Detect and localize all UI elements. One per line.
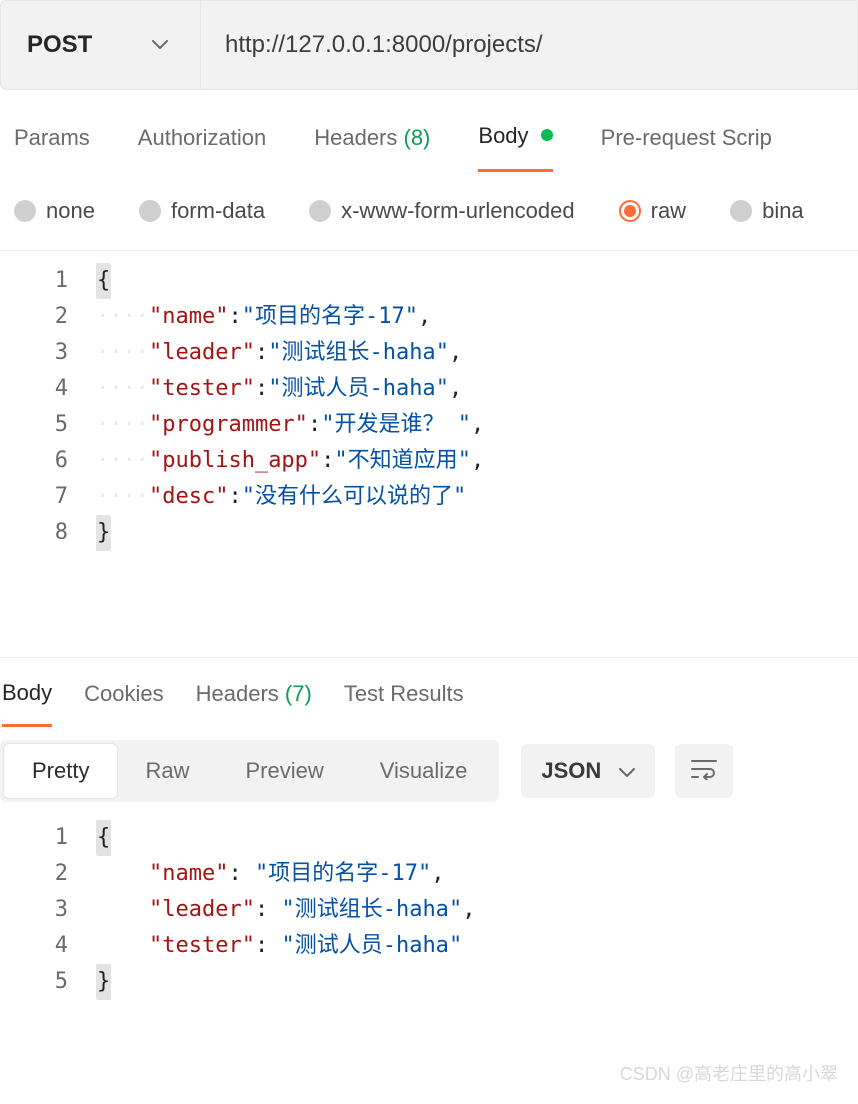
response-toolbar: Pretty Raw Preview Visualize JSON (0, 726, 858, 808)
radio-label: none (46, 198, 95, 224)
resp-tab-body[interactable]: Body (2, 680, 52, 727)
line-number: 2 (0, 856, 68, 892)
radio-label: x-www-form-urlencoded (341, 198, 575, 224)
view-mode-visualize[interactable]: Visualize (352, 744, 496, 798)
radio-icon (309, 200, 331, 222)
request-body-editor[interactable]: 1 2 3 4 5 6 7 8 { ····"name":"项目的名字-17",… (0, 257, 858, 557)
resp-headers-count: (7) (285, 681, 312, 706)
resp-tab-headers[interactable]: Headers (7) (196, 681, 312, 725)
request-bar: POST (0, 0, 858, 90)
line-number: 3 (0, 335, 68, 371)
radio-binary[interactable]: bina (730, 198, 804, 224)
http-method-select[interactable]: POST (1, 1, 201, 89)
tab-body-label: Body (478, 123, 528, 148)
request-tabs: Params Authorization Headers (8) Body Pr… (0, 122, 858, 174)
request-gutter: 1 2 3 4 5 6 7 8 (0, 257, 96, 557)
line-number: 3 (0, 892, 68, 928)
watermark: CSDN @高老庄里的高小翠 (620, 1060, 838, 1086)
response-tabs: Body Cookies Headers (7) Test Results (0, 658, 858, 726)
json-val: 项目的名字-17 (255, 304, 405, 329)
body-type-radios: none form-data x-www-form-urlencoded raw… (0, 174, 858, 251)
line-number: 4 (0, 371, 68, 407)
wrap-lines-button[interactable] (675, 744, 733, 798)
chevron-down-icon (619, 758, 635, 784)
resp-tab-cookies[interactable]: Cookies (84, 681, 163, 725)
view-mode-raw[interactable]: Raw (117, 744, 217, 798)
tab-params[interactable]: Params (14, 125, 90, 171)
http-method-label: POST (27, 31, 92, 59)
json-val: 测试人员-haha (295, 933, 449, 958)
line-number: 5 (0, 407, 68, 443)
radio-raw[interactable]: raw (619, 198, 686, 224)
resp-tab-testresults[interactable]: Test Results (344, 681, 464, 725)
radio-form-data[interactable]: form-data (139, 198, 265, 224)
request-code-area[interactable]: { ····"name":"项目的名字-17", ····"leader":"测… (96, 257, 858, 557)
response-section: Body Cookies Headers (7) Test Results Pr… (0, 657, 858, 1006)
line-number: 8 (0, 515, 68, 551)
line-number: 6 (0, 443, 68, 479)
body-modified-dot-icon (541, 129, 553, 141)
chevron-down-icon (152, 40, 168, 50)
json-val: 测试组长-haha (281, 340, 435, 365)
json-val: 开发是谁？ (334, 412, 457, 437)
response-body-editor[interactable]: 1 2 3 4 5 { "name": "项目的名字-17", "leader"… (0, 814, 858, 1006)
tab-headers-label: Headers (314, 125, 397, 150)
tab-authorization[interactable]: Authorization (138, 125, 266, 171)
line-number: 7 (0, 479, 68, 515)
radio-x-www[interactable]: x-www-form-urlencoded (309, 198, 575, 224)
json-val: 不知道应用 (348, 448, 458, 473)
radio-label: bina (762, 198, 804, 224)
radio-icon (619, 200, 641, 222)
headers-count: (8) (404, 125, 431, 150)
wrap-icon (690, 758, 718, 785)
json-val: 项目的名字-17 (268, 861, 418, 886)
radio-icon (730, 200, 752, 222)
line-number: 1 (0, 820, 68, 856)
radio-none[interactable]: none (14, 198, 95, 224)
format-select[interactable]: JSON (521, 744, 655, 798)
view-modes: Pretty Raw Preview Visualize (0, 740, 499, 802)
tab-headers[interactable]: Headers (8) (314, 125, 430, 171)
json-val: 测试组长-haha (295, 897, 449, 922)
tab-prerequest[interactable]: Pre-request Scrip (601, 125, 772, 171)
json-val: 测试人员-haha (281, 376, 435, 401)
response-gutter: 1 2 3 4 5 (0, 814, 96, 1006)
radio-label: form-data (171, 198, 265, 224)
line-number: 2 (0, 299, 68, 335)
radio-icon (14, 200, 36, 222)
radio-icon (139, 200, 161, 222)
line-number: 1 (0, 263, 68, 299)
tab-body[interactable]: Body (478, 123, 552, 172)
resp-headers-label: Headers (196, 681, 279, 706)
json-val: 没有什么可以说的了 (255, 484, 453, 509)
request-url-input[interactable] (201, 1, 857, 89)
response-code-area[interactable]: { "name": "项目的名字-17", "leader": "测试组长-ha… (96, 814, 858, 1006)
view-mode-preview[interactable]: Preview (217, 744, 351, 798)
format-label: JSON (541, 758, 601, 784)
radio-label: raw (651, 198, 686, 224)
view-mode-pretty[interactable]: Pretty (4, 744, 117, 798)
line-number: 4 (0, 928, 68, 964)
line-number: 5 (0, 964, 68, 1000)
